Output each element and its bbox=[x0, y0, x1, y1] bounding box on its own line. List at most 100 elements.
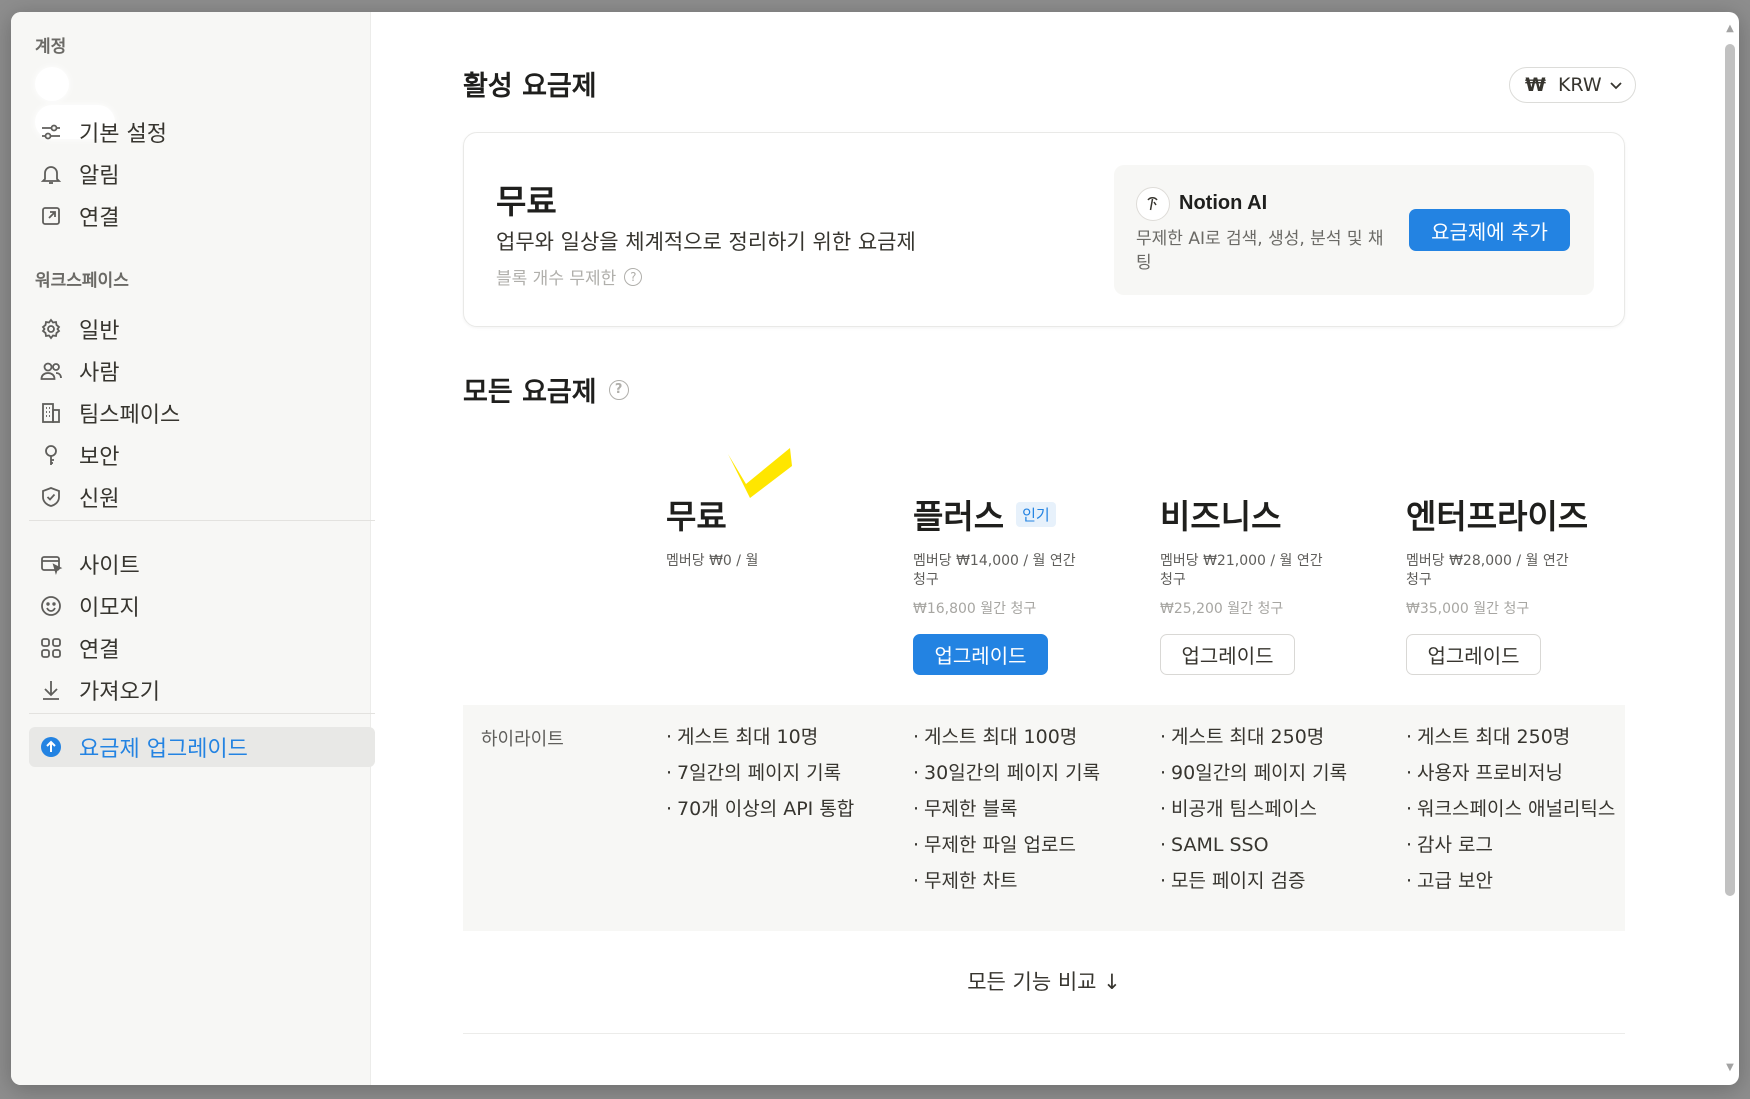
sliders-icon bbox=[37, 118, 65, 146]
sidebar-item-sites[interactable]: 사이트 bbox=[29, 544, 375, 584]
grid-icon bbox=[37, 634, 65, 662]
list-item: 무제한 파일 업로드 bbox=[913, 833, 1138, 857]
plan-monthly-price: ₩16,800 월간 청구 bbox=[913, 601, 1037, 617]
plan-column-business: 비즈니스 멤버당 ₩21,000 / 월 연간 청구 ₩25,200 월간 청구… bbox=[1160, 492, 1390, 675]
list-item: 워크스페이스 애널리틱스 bbox=[1406, 797, 1631, 821]
account-avatar-redacted bbox=[35, 67, 155, 139]
plan-price: 멤버당 ₩0 / 월 bbox=[666, 553, 759, 569]
upgrade-business-button[interactable]: 업그레이드 bbox=[1160, 634, 1295, 675]
addon-description: 무제한 AI로 검색, 생성, 분석 및 채팅 bbox=[1136, 229, 1384, 273]
list-item: 게스트 최대 10명 bbox=[666, 725, 891, 749]
site-icon bbox=[37, 550, 65, 578]
sidebar-item-connections[interactable]: 연결 bbox=[29, 196, 375, 236]
sidebar-item-label: 팀스페이스 bbox=[79, 403, 181, 428]
highlights-label: 하이라이트 bbox=[481, 729, 564, 750]
key-icon bbox=[37, 441, 65, 469]
account-heading: 계정 bbox=[35, 37, 67, 57]
list-item: 무제한 차트 bbox=[913, 869, 1138, 893]
sidebar-item-label: 알림 bbox=[79, 164, 120, 189]
plan-name-text: 무료 bbox=[666, 497, 727, 536]
list-item: SAML SSO bbox=[1160, 833, 1385, 857]
popular-badge: 인기 bbox=[1016, 501, 1056, 527]
shield-icon bbox=[37, 483, 65, 511]
list-item: 70개 이상의 API 통합 bbox=[666, 797, 891, 821]
plan-monthly-price: ₩25,200 월간 청구 bbox=[1160, 601, 1284, 617]
highlights-panel: 하이라이트 게스트 최대 10명 7일간의 페이지 기록 70개 이상의 API… bbox=[463, 705, 1625, 931]
scroll-down-icon[interactable]: ▼ bbox=[1725, 1063, 1735, 1073]
help-icon[interactable]: ? bbox=[624, 267, 643, 286]
currency-code: KRW bbox=[1557, 74, 1602, 96]
highlights-free: 게스트 최대 10명 7일간의 페이지 기록 70개 이상의 API 통합 bbox=[666, 725, 891, 833]
arrow-up-circle-icon bbox=[37, 733, 65, 761]
highlights-business: 게스트 최대 250명 90일간의 페이지 기록 비공개 팀스페이스 SAML … bbox=[1160, 725, 1385, 905]
sidebar-item-teamspaces[interactable]: 팀스페이스 bbox=[29, 393, 375, 433]
plan-name-text: 플러스 bbox=[913, 497, 1005, 536]
addon-name: Notion AI bbox=[1179, 192, 1268, 214]
plan-column-enterprise: 엔터프라이즈 멤버당 ₩28,000 / 월 연간 청구 ₩35,000 월간 … bbox=[1406, 492, 1636, 675]
compare-all-features-link[interactable]: 모든 기능 비교 ↓ bbox=[463, 966, 1625, 996]
list-item: 감사 로그 bbox=[1406, 833, 1631, 857]
people-icon bbox=[37, 357, 65, 385]
list-item: 비공개 팀스페이스 bbox=[1160, 797, 1385, 821]
sidebar-item-label: 보안 bbox=[79, 445, 120, 470]
currency-selector[interactable]: ₩ KRW bbox=[1509, 67, 1636, 103]
notion-ai-logo-icon bbox=[1136, 187, 1170, 221]
plan-name: 엔터프라이즈 bbox=[1406, 492, 1636, 536]
sidebar-item-label: 사람 bbox=[79, 361, 120, 386]
add-to-plan-button[interactable]: 요금제에 추가 bbox=[1409, 209, 1570, 251]
download-icon bbox=[37, 676, 65, 704]
scroll-thumb[interactable] bbox=[1725, 44, 1735, 896]
sidebar-item-label: 사이트 bbox=[79, 554, 140, 579]
sidebar-item-label: 일반 bbox=[79, 319, 120, 344]
upgrade-plus-button[interactable]: 업그레이드 bbox=[913, 634, 1048, 675]
sidebar-item-label: 기본 설정 bbox=[79, 122, 167, 147]
list-item: 고급 보안 bbox=[1406, 869, 1631, 893]
sidebar-item-people[interactable]: 사람 bbox=[29, 351, 375, 391]
sidebar-item-notifications[interactable]: 알림 bbox=[29, 154, 375, 194]
sidebar-item-preferences[interactable]: 기본 설정 bbox=[29, 112, 375, 152]
list-item: 30일간의 페이지 기록 bbox=[913, 761, 1138, 785]
scroll-up-icon[interactable]: ▲ bbox=[1725, 24, 1735, 34]
plan-name: 플러스 인기 bbox=[913, 492, 1143, 536]
sidebar-item-upgrade[interactable]: 요금제 업그레이드 bbox=[29, 727, 375, 767]
highlights-enterprise: 게스트 최대 250명 사용자 프로비저닝 워크스페이스 애널리틱스 감사 로그… bbox=[1406, 725, 1631, 905]
list-item: 90일간의 페이지 기록 bbox=[1160, 761, 1385, 785]
plan-name-text: 비즈니스 bbox=[1160, 497, 1282, 536]
list-item: 게스트 최대 250명 bbox=[1406, 725, 1631, 749]
sidebar-item-emoji[interactable]: 이모지 bbox=[29, 586, 375, 626]
sidebar-item-import[interactable]: 가져오기 bbox=[29, 670, 375, 710]
active-plan-description: 업무와 일상을 체계적으로 정리하기 위한 요금제 bbox=[496, 230, 916, 254]
plan-price: 멤버당 ₩28,000 / 월 연간 청구 bbox=[1406, 553, 1569, 588]
settings-sidebar: 계정 기본 설정 알림 연결 워크스페이스 일반 사람 팀스페이스 보안 신원 … bbox=[11, 12, 375, 1085]
upgrade-enterprise-button[interactable]: 업그레이드 bbox=[1406, 634, 1541, 675]
plan-name-text: 엔터프라이즈 bbox=[1406, 497, 1589, 536]
active-plan-heading: 활성 요금제 bbox=[463, 71, 597, 102]
workspace-heading: 워크스페이스 bbox=[35, 271, 129, 291]
plan-column-plus: 플러스 인기 멤버당 ₩14,000 / 월 연간 청구 ₩16,800 월간 청… bbox=[913, 492, 1143, 675]
active-plan-sub: 블록 개수 무제한 ? bbox=[496, 264, 643, 289]
list-item: 모든 페이지 검증 bbox=[1160, 869, 1385, 893]
sidebar-item-identity[interactable]: 신원 bbox=[29, 477, 375, 517]
sidebar-item-general[interactable]: 일반 bbox=[29, 309, 375, 349]
chevron-down-icon bbox=[1610, 82, 1622, 90]
sidebar-item-label: 연결 bbox=[79, 638, 120, 663]
vertical-scrollbar[interactable]: ▲ ▼ bbox=[1721, 12, 1739, 1085]
active-plan-sub-text: 블록 개수 무제한 bbox=[496, 269, 617, 289]
settings-modal: 계정 기본 설정 알림 연결 워크스페이스 일반 사람 팀스페이스 보안 신원 … bbox=[11, 12, 1739, 1085]
bell-icon bbox=[37, 160, 65, 188]
building-icon bbox=[37, 399, 65, 427]
list-item: 게스트 최대 250명 bbox=[1160, 725, 1385, 749]
sidebar-item-label: 연결 bbox=[79, 206, 120, 231]
sidebar-item-label: 가져오기 bbox=[79, 680, 160, 705]
smile-icon bbox=[37, 592, 65, 620]
gear-icon bbox=[37, 315, 65, 343]
won-icon: ₩ bbox=[1525, 74, 1546, 96]
all-plans-heading-text: 모든 요금제 bbox=[463, 377, 597, 408]
sidebar-item-security[interactable]: 보안 bbox=[29, 435, 375, 475]
help-icon[interactable]: ? bbox=[608, 379, 629, 400]
all-plans-heading: 모든 요금제 ? bbox=[463, 370, 629, 409]
plan-name: 비즈니스 bbox=[1160, 492, 1390, 536]
sidebar-item-integrations[interactable]: 연결 bbox=[29, 628, 375, 668]
plan-name: 무료 bbox=[666, 492, 896, 536]
plan-price: 멤버당 ₩14,000 / 월 연간 청구 bbox=[913, 553, 1076, 588]
